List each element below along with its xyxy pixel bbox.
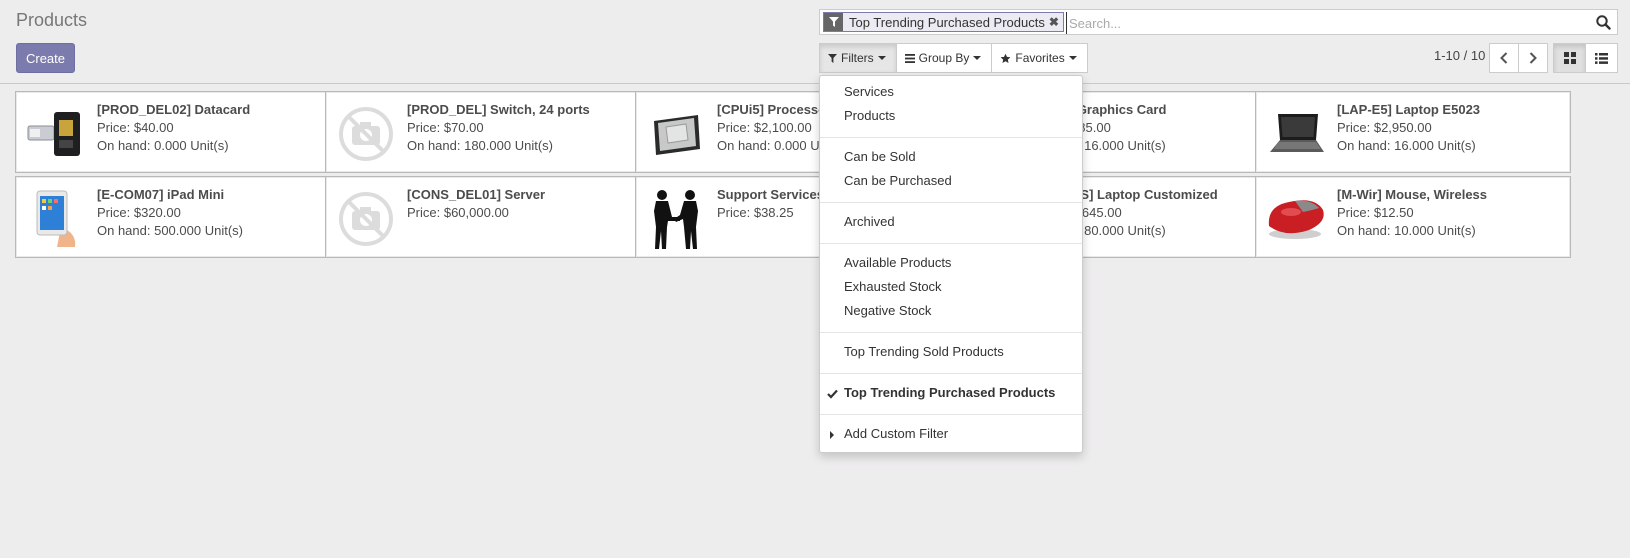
card-body: [PROD_DEL02] Datacard Price: $40.00 On h… bbox=[97, 101, 326, 155]
filters-dropdown-menu: Services Products Can be Sold Can be Pur… bbox=[819, 75, 1083, 453]
product-title: [M-Wir] Mouse, Wireless bbox=[1337, 187, 1488, 202]
product-card[interactable]: [M-Wir] Mouse, Wireless Price: $12.50 On… bbox=[1255, 176, 1571, 258]
search-facet: Top Trending Purchased Products ✖ bbox=[823, 12, 1064, 32]
product-onhand: On hand: 10.000 Unit(s) bbox=[1337, 223, 1476, 238]
facet-label: Top Trending Purchased Products bbox=[849, 14, 1045, 30]
list-icon bbox=[1595, 52, 1608, 64]
tablet-icon bbox=[24, 187, 88, 251]
filter-services[interactable]: Services bbox=[844, 84, 894, 99]
product-card[interactable]: [E-COM07] iPad Mini Price: $320.00 On ha… bbox=[15, 176, 331, 258]
group-by-label: Group By bbox=[918, 51, 970, 65]
product-price: Price: $320.00 bbox=[97, 205, 181, 220]
card-body: [E-COM07] iPad Mini Price: $320.00 On ha… bbox=[97, 186, 326, 240]
favorites-button[interactable]: Favorites bbox=[991, 43, 1088, 73]
product-card[interactable]: [PROD_DEL02] Datacard Price: $40.00 On h… bbox=[15, 91, 331, 173]
product-title: [PROD_DEL02] Datacard bbox=[97, 102, 251, 117]
add-custom-filter[interactable]: Add Custom Filter bbox=[844, 426, 948, 441]
product-price: Price: $60,000.00 bbox=[407, 205, 509, 220]
usb-datacard-icon bbox=[24, 102, 88, 166]
product-price: Price: $70.00 bbox=[407, 120, 484, 135]
product-onhand: On hand: 500.000 Unit(s) bbox=[97, 223, 243, 238]
facet-remove-icon[interactable]: ✖ bbox=[1049, 15, 1063, 29]
star-icon bbox=[1000, 53, 1011, 63]
menu-divider bbox=[820, 373, 1082, 374]
kanban-view-button[interactable] bbox=[1553, 43, 1586, 73]
menu-divider bbox=[820, 243, 1082, 244]
pager-previous-button[interactable] bbox=[1489, 43, 1519, 73]
product-card[interactable]: [PROD_DEL] Switch, 24 ports Price: $70.0… bbox=[325, 91, 641, 173]
card-body: [CONS_DEL01] Server Price: $60,000.00 bbox=[407, 186, 636, 222]
checkmark-icon bbox=[827, 387, 838, 402]
product-onhand: On hand: 0.000 Unit(s) bbox=[97, 138, 229, 153]
caret-right-icon bbox=[830, 431, 834, 439]
filter-can-be-sold[interactable]: Can be Sold bbox=[844, 149, 916, 164]
filter-icon bbox=[828, 53, 837, 63]
filter-products[interactable]: Products bbox=[844, 108, 895, 123]
list-view-button[interactable] bbox=[1585, 43, 1618, 73]
menu-divider bbox=[820, 414, 1082, 415]
product-onhand: On hand: 180.000 Unit(s) bbox=[407, 138, 553, 153]
menu-divider bbox=[820, 332, 1082, 333]
product-title: [CONS_DEL01] Server bbox=[407, 187, 545, 202]
filter-icon bbox=[824, 13, 843, 31]
caret-down-icon bbox=[973, 56, 982, 60]
no-image-camera-icon bbox=[334, 187, 398, 251]
filter-top-trending-sold[interactable]: Top Trending Sold Products bbox=[844, 344, 1004, 359]
search-input[interactable] bbox=[1066, 12, 1571, 34]
caret-down-icon bbox=[1068, 56, 1077, 60]
product-title: [E-COM07] iPad Mini bbox=[97, 187, 225, 202]
group-by-button[interactable]: Group By bbox=[895, 43, 993, 73]
page-title: Products bbox=[16, 10, 88, 30]
filter-can-be-purchased[interactable]: Can be Purchased bbox=[844, 173, 952, 188]
filter-negative-stock[interactable]: Negative Stock bbox=[844, 303, 931, 318]
card-body: [LAP-E5] Laptop E5023 Price: $2,950.00 O… bbox=[1337, 101, 1566, 155]
control-panel: Products Create Top Trending Purchased P… bbox=[0, 0, 1630, 84]
product-onhand: On hand: 16.000 Unit(s) bbox=[1337, 138, 1476, 153]
filter-available-products[interactable]: Available Products bbox=[844, 255, 951, 270]
chevron-left-icon bbox=[1500, 52, 1508, 64]
product-card[interactable]: [LAP-E5] Laptop E5023 Price: $2,950.00 O… bbox=[1255, 91, 1571, 173]
laptop-icon bbox=[1264, 102, 1328, 166]
filter-exhausted-stock[interactable]: Exhausted Stock bbox=[844, 279, 942, 294]
product-title: [PROD_DEL] Switch, 24 ports bbox=[407, 102, 590, 117]
create-button[interactable]: Create bbox=[16, 43, 75, 73]
caret-down-icon bbox=[877, 56, 886, 60]
grid-icon bbox=[1563, 52, 1576, 64]
red-mouse-icon bbox=[1264, 187, 1328, 251]
filters-button[interactable]: Filters bbox=[819, 43, 897, 73]
search-icon[interactable] bbox=[1596, 15, 1611, 33]
handshake-silhouette-icon bbox=[644, 187, 708, 251]
menu-divider bbox=[820, 137, 1082, 138]
card-body: [M-Wir] Mouse, Wireless Price: $12.50 On… bbox=[1337, 186, 1566, 240]
chevron-right-icon bbox=[1529, 52, 1537, 64]
pager-next-button[interactable] bbox=[1518, 43, 1548, 73]
menu-divider bbox=[820, 202, 1082, 203]
product-price: Price: $2,950.00 bbox=[1337, 120, 1432, 135]
search-options-group: Filters Group By Favorites bbox=[819, 43, 1088, 73]
product-price: Price: $12.50 bbox=[1337, 205, 1414, 220]
card-body: [PROD_DEL] Switch, 24 ports Price: $70.0… bbox=[407, 101, 636, 155]
cpu-chip-icon bbox=[644, 102, 708, 166]
product-title: [LAP-E5] Laptop E5023 bbox=[1337, 102, 1481, 117]
filter-top-trending-purchased[interactable]: Top Trending Purchased Products bbox=[844, 385, 1055, 400]
bars-icon bbox=[904, 53, 915, 63]
no-image-camera-icon bbox=[334, 102, 398, 166]
product-card[interactable]: [CONS_DEL01] Server Price: $60,000.00 bbox=[325, 176, 641, 258]
filters-label: Filters bbox=[841, 51, 874, 65]
search-box: Top Trending Purchased Products ✖ bbox=[819, 9, 1618, 35]
pager-value[interactable]: 1-10 / 10 bbox=[1434, 48, 1485, 63]
favorites-label: Favorites bbox=[1015, 51, 1065, 65]
filter-archived[interactable]: Archived bbox=[844, 214, 895, 229]
product-price: Price: $40.00 bbox=[97, 120, 174, 135]
